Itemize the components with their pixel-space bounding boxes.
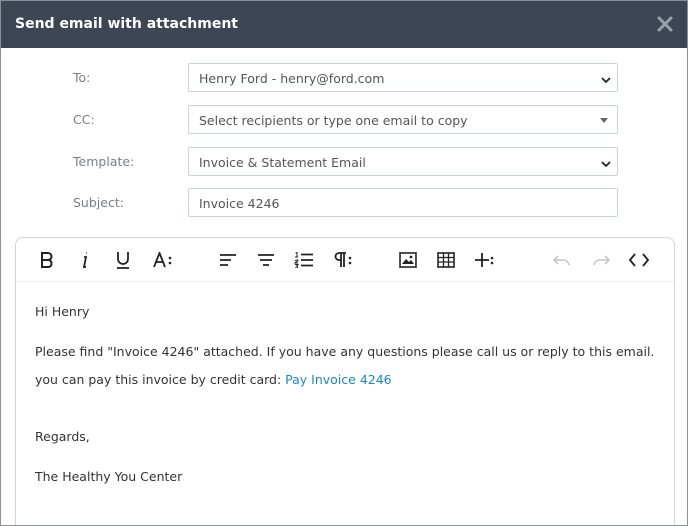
cc-label: CC: (73, 112, 95, 127)
template-select[interactable]: Invoice & Statement Email (188, 147, 618, 176)
signature-text: The Healthy You Center (35, 469, 183, 484)
cc-input[interactable]: Select recipients or type one email to c… (188, 105, 618, 134)
underline-icon[interactable] (111, 248, 135, 272)
subject-input[interactable]: Invoice 4246 (188, 188, 618, 217)
cc-placeholder: Select recipients or type one email to c… (199, 113, 468, 128)
regards-text: Regards, (35, 429, 90, 444)
align-center-icon[interactable] (254, 248, 278, 272)
message-line-1: Please find "Invoice 4246" attached. If … (35, 344, 655, 359)
pay-text: you can pay this invoice by credit card: (35, 372, 286, 387)
greeting-text: Hi Henry (35, 304, 90, 319)
insert-more-icon[interactable] (473, 248, 497, 272)
italic-icon[interactable] (73, 248, 97, 272)
close-icon[interactable] (655, 14, 675, 34)
cc-row: CC: Select recipients or type one email … (1, 105, 687, 135)
redo-icon[interactable] (589, 248, 613, 272)
message-line-2: you can pay this invoice by credit card:… (35, 372, 392, 387)
template-row: Template: Invoice & Statement Email (1, 147, 687, 177)
template-value: Invoice & Statement Email (199, 155, 366, 170)
ordered-list-icon[interactable] (292, 248, 316, 272)
to-select[interactable]: Henry Ford - henry@ford.com (188, 63, 618, 92)
rich-text-editor: Hi Henry Please find "Invoice 4246" atta… (15, 237, 675, 525)
align-left-icon[interactable] (216, 248, 240, 272)
template-label: Template: (73, 154, 135, 169)
chevron-down-icon (601, 157, 611, 168)
undo-icon[interactable] (550, 248, 574, 272)
chevron-down-icon (601, 73, 611, 84)
to-value: Henry Ford - henry@ford.com (199, 71, 385, 86)
subject-row: Subject: Invoice 4246 (1, 188, 687, 218)
to-row: To: Henry Ford - henry@ford.com (1, 63, 687, 93)
bold-icon[interactable] (35, 248, 59, 272)
code-view-icon[interactable] (627, 248, 651, 272)
send-email-dialog: Send email with attachment To: Henry For… (0, 0, 688, 526)
image-icon[interactable] (396, 248, 420, 272)
table-icon[interactable] (434, 248, 458, 272)
to-label: To: (73, 70, 91, 85)
subject-value: Invoice 4246 (199, 196, 280, 211)
font-size-icon[interactable] (151, 248, 175, 272)
dialog-title: Send email with attachment (15, 16, 238, 32)
subject-label: Subject: (73, 195, 124, 210)
paragraph-icon[interactable] (331, 248, 355, 272)
pay-invoice-link[interactable]: Pay Invoice 4246 (285, 372, 391, 387)
caret-down-icon (600, 118, 608, 123)
dialog-header: Send email with attachment (1, 1, 687, 48)
editor-toolbar (16, 238, 674, 282)
